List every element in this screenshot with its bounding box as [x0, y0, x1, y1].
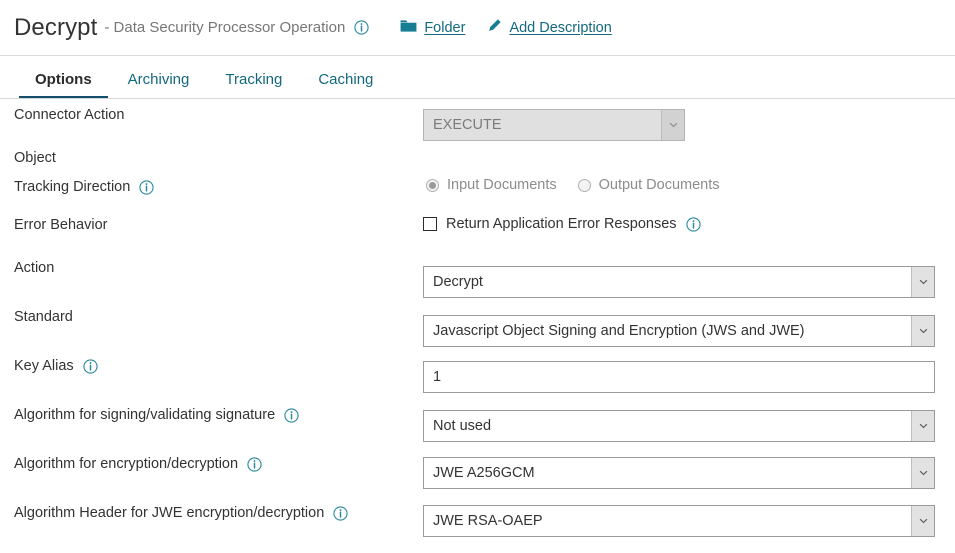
chevron-down-icon	[911, 411, 934, 441]
standard-field: Javascript Object Signing and Encryption…	[423, 315, 935, 347]
page-header: Decrypt - Data Security Processor Operat…	[0, 0, 955, 55]
action-field: Decrypt	[423, 266, 935, 298]
chevron-down-icon	[911, 316, 934, 346]
chevron-down-icon	[911, 458, 934, 488]
add-description-label: Add Description	[509, 19, 612, 36]
tab-caching[interactable]: Caching	[300, 71, 391, 99]
chevron-down-icon	[911, 506, 934, 536]
tab-options[interactable]: Options	[17, 71, 110, 99]
header-actions: Folder Add Description	[400, 18, 612, 37]
info-icon[interactable]	[139, 179, 154, 195]
object-label-wrap: Object	[0, 144, 420, 172]
row-standard: Standard Javascript Object Signing and E…	[0, 301, 955, 350]
tab-tracking[interactable]: Tracking	[207, 71, 300, 99]
algorithm-encryption-field: JWE A256GCM	[423, 457, 935, 489]
algorithm-signing-value: Not used	[433, 418, 492, 434]
tracking-direction-label: Tracking Direction	[14, 179, 131, 195]
algorithm-encryption-label-wrap: Algorithm for encryption/decryption	[0, 448, 420, 480]
row-error-behavior: Error Behavior Return Application Error …	[0, 210, 955, 252]
info-icon[interactable]	[333, 505, 348, 521]
folder-link-label: Folder	[424, 19, 466, 36]
error-behavior-label: Error Behavior	[14, 217, 108, 233]
chevron-down-icon	[661, 110, 684, 140]
error-behavior-field: Return Application Error Responses	[423, 216, 701, 236]
action-label-wrap: Action	[0, 252, 420, 284]
algorithm-encryption-select[interactable]: JWE A256GCM	[423, 457, 935, 489]
info-icon[interactable]	[685, 216, 701, 232]
operation-configuration-page: Decrypt - Data Security Processor Operat…	[0, 0, 955, 553]
folder-link[interactable]: Folder	[400, 19, 465, 37]
algorithm-encryption-value: JWE A256GCM	[433, 465, 535, 481]
algorithm-header-jwe-select[interactable]: JWE RSA-OAEP	[423, 505, 935, 537]
radio-output-documents[interactable]: Output Documents	[577, 177, 720, 193]
tracking-direction-radio-group: Input Documents Output Documents	[426, 177, 720, 193]
action-value: Decrypt	[433, 274, 483, 290]
tab-archiving[interactable]: Archiving	[110, 71, 208, 99]
radio-output-documents-label: Output Documents	[598, 177, 720, 193]
radio-input-documents[interactable]: Input Documents	[426, 177, 557, 193]
algorithm-encryption-label: Algorithm for encryption/decryption	[14, 456, 239, 472]
radio-dot-icon	[426, 178, 439, 192]
error-behavior-label-wrap: Error Behavior	[0, 210, 420, 240]
row-key-alias: Key Alias	[0, 350, 955, 399]
return-application-error-responses-label: Return Application Error Responses	[446, 216, 677, 232]
tab-bar: Options Archiving Tracking Caching	[0, 55, 955, 99]
info-icon[interactable]	[83, 358, 98, 374]
connector-action-select[interactable]: EXECUTE	[423, 109, 685, 141]
algorithm-header-jwe-label-wrap: Algorithm Header for JWE encryption/decr…	[0, 497, 420, 529]
connector-action-label-wrap: Connector Action	[0, 99, 420, 131]
connector-action-field: EXECUTE	[423, 109, 685, 141]
pencil-icon	[487, 18, 502, 37]
tracking-direction-field: Input Documents Output Documents	[426, 177, 720, 193]
action-label: Action	[14, 260, 55, 276]
info-icon[interactable]	[284, 407, 299, 423]
row-tracking-direction: Tracking Direction Input Documents Outpu…	[0, 172, 955, 210]
folder-icon	[400, 19, 417, 37]
page-subtitle: - Data Security Processor Operation	[104, 19, 346, 36]
algorithm-signing-select[interactable]: Not used	[423, 410, 935, 442]
page-title: Decrypt	[14, 13, 98, 41]
chevron-down-icon	[911, 267, 934, 297]
algorithm-header-jwe-field: JWE RSA-OAEP	[423, 505, 935, 537]
object-label: Object	[14, 150, 56, 166]
algorithm-signing-label-wrap: Algorithm for signing/validating signatu…	[0, 399, 420, 431]
standard-label: Standard	[14, 309, 73, 325]
algorithm-signing-label: Algorithm for signing/validating signatu…	[14, 407, 276, 423]
return-application-error-responses-checkbox[interactable]	[423, 217, 437, 231]
row-algorithm-header-jwe: Algorithm Header for JWE encryption/decr…	[0, 497, 955, 546]
row-object: Object	[0, 144, 955, 172]
radio-dot-icon	[577, 178, 591, 192]
row-algorithm-signing: Algorithm for signing/validating signatu…	[0, 399, 955, 448]
info-icon[interactable]	[247, 456, 262, 472]
row-action: Action Decrypt	[0, 252, 955, 301]
key-alias-input[interactable]	[423, 361, 935, 393]
row-algorithm-encryption: Algorithm for encryption/decryption JWE …	[0, 448, 955, 497]
standard-label-wrap: Standard	[0, 301, 420, 333]
algorithm-header-jwe-value: JWE RSA-OAEP	[433, 513, 543, 529]
info-icon[interactable]	[354, 20, 369, 35]
options-form: Connector Action EXECUTE Object Tracking…	[0, 99, 955, 546]
row-connector-action: Connector Action EXECUTE	[0, 99, 955, 144]
action-select[interactable]: Decrypt	[423, 266, 935, 298]
return-application-error-responses-checkbox-row[interactable]: Return Application Error Responses	[423, 216, 701, 232]
radio-input-documents-label: Input Documents	[447, 177, 557, 193]
key-alias-field	[423, 361, 935, 393]
key-alias-label-wrap: Key Alias	[0, 350, 420, 382]
connector-action-value: EXECUTE	[433, 117, 502, 133]
connector-action-label: Connector Action	[14, 107, 125, 123]
add-description-link[interactable]: Add Description	[487, 18, 612, 37]
algorithm-signing-field: Not used	[423, 410, 935, 442]
standard-select[interactable]: Javascript Object Signing and Encryption…	[423, 315, 935, 347]
key-alias-label: Key Alias	[14, 358, 74, 374]
standard-value: Javascript Object Signing and Encryption…	[433, 323, 805, 339]
tracking-direction-label-wrap: Tracking Direction	[0, 172, 420, 202]
algorithm-header-jwe-label: Algorithm Header for JWE encryption/decr…	[14, 505, 325, 521]
